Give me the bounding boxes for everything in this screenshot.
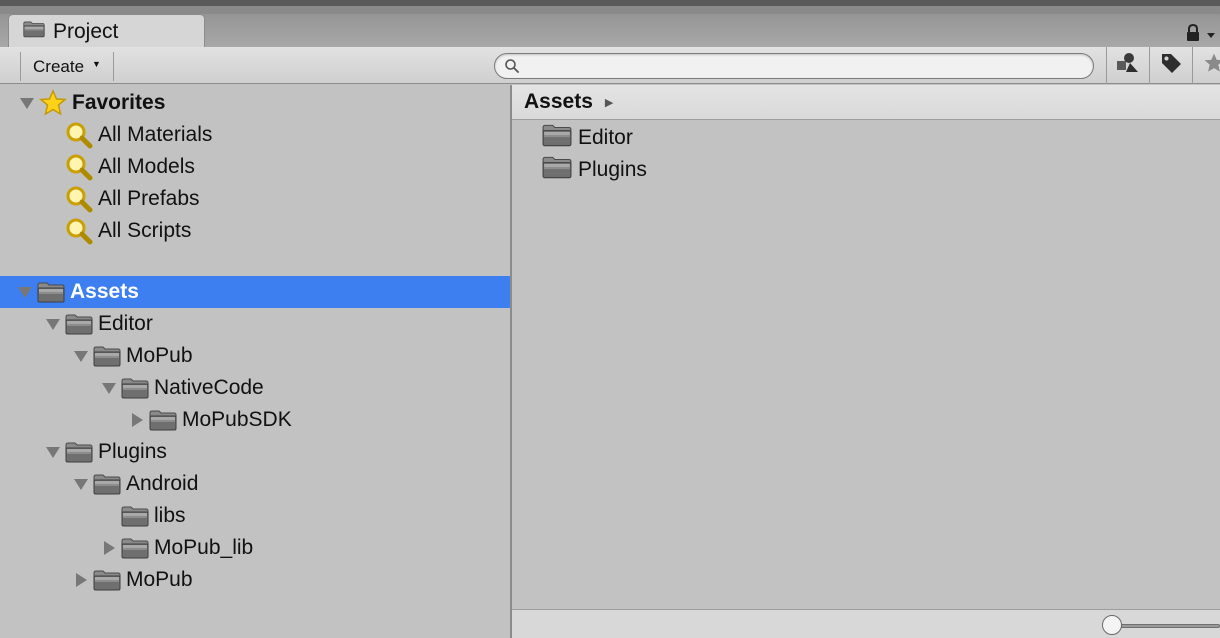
collapse-arrow-icon[interactable]	[70, 569, 92, 591]
tree-item-label: MoPub	[126, 344, 193, 367]
content-item-plugins[interactable]: Plugins	[542, 154, 647, 186]
filter-by-type-icon	[1116, 52, 1140, 79]
create-button-label: Create	[33, 56, 85, 76]
folder-tree: Favorites All Materials All Models All P…	[0, 85, 511, 638]
favorite-button[interactable]	[1192, 47, 1220, 84]
favorite-item-all-prefabs[interactable]: All Prefabs	[0, 183, 511, 215]
folder-icon	[92, 471, 122, 497]
content-item-label: Editor	[578, 126, 633, 149]
favorite-item-label: All Prefabs	[98, 187, 200, 210]
favorites-label: Favorites	[72, 91, 166, 114]
tab-project[interactable]: Project	[8, 14, 205, 48]
content-item-editor[interactable]: Editor	[542, 122, 633, 154]
tree-item-label: Editor	[98, 312, 153, 335]
search-icon	[504, 58, 520, 79]
tree-item-mopub[interactable]: MoPub	[0, 340, 511, 372]
breadcrumb-arrow-icon: ▶	[604, 96, 614, 109]
favorite-item-all-scripts[interactable]: All Scripts	[0, 215, 511, 247]
search-field[interactable]	[494, 53, 1094, 79]
favorite-item-all-materials[interactable]: All Materials	[0, 119, 511, 151]
folder-icon	[64, 439, 94, 465]
folder-contents: Assets ▶ Editor Plugins	[512, 85, 1220, 638]
tree-item-plugins[interactable]: Plugins	[0, 436, 511, 468]
icon-size-slider-knob[interactable]	[1102, 615, 1122, 635]
tree-item-label: Android	[126, 472, 199, 495]
breadcrumb: Assets ▶	[512, 85, 1220, 120]
tree-item-label: Assets	[70, 280, 139, 303]
filter-by-type-button[interactable]	[1106, 47, 1149, 84]
expand-arrow-icon[interactable]	[42, 441, 64, 463]
folder-icon	[120, 375, 150, 401]
favorite-item-all-models[interactable]: All Models	[0, 151, 511, 183]
tab-menu-icon[interactable]	[1206, 26, 1216, 44]
folder-icon	[64, 311, 94, 337]
folder-icon	[542, 123, 572, 153]
window-controls	[1180, 23, 1220, 47]
tree-item-android[interactable]: Android	[0, 468, 511, 500]
expand-arrow-icon[interactable]	[70, 345, 92, 367]
tree-item-mopubsdk[interactable]: MoPubSDK	[0, 404, 511, 436]
tree-item-label: Plugins	[98, 440, 167, 463]
tree-item-mopub-plugins[interactable]: MoPub	[0, 564, 511, 596]
expand-arrow-icon[interactable]	[14, 281, 36, 303]
lock-icon[interactable]	[1186, 23, 1200, 47]
folder-icon	[120, 503, 150, 529]
collapse-arrow-icon[interactable]	[98, 537, 120, 559]
favorite-item-label: All Models	[98, 155, 195, 178]
tree-item-label: MoPub_lib	[154, 536, 254, 559]
tree-item-assets[interactable]: Assets	[0, 276, 511, 308]
tree-item-libs[interactable]: libs	[0, 500, 511, 532]
folder-icon	[92, 343, 122, 369]
breadcrumb-item[interactable]: Assets	[524, 90, 593, 114]
collapse-arrow-icon[interactable]	[126, 409, 148, 431]
status-bar	[512, 609, 1220, 638]
folder-icon	[23, 20, 45, 44]
expand-arrow-icon[interactable]	[98, 377, 120, 399]
create-button[interactable]: Create ▼	[20, 52, 114, 81]
tree-item-nativecode[interactable]: NativeCode	[0, 372, 511, 404]
search-input[interactable]	[525, 56, 1085, 76]
folder-icon	[120, 535, 150, 561]
expand-arrow-icon[interactable]	[42, 313, 64, 335]
dropdown-caret-icon: ▼	[92, 58, 101, 69]
content-item-label: Plugins	[578, 158, 647, 181]
search-filter-icon	[64, 122, 94, 148]
favorites-header[interactable]: Favorites	[0, 87, 511, 119]
folder-icon	[36, 279, 66, 305]
folder-icon	[148, 407, 178, 433]
tree-item-label: MoPubSDK	[182, 408, 292, 431]
folder-icon	[92, 567, 122, 593]
expand-arrow-icon[interactable]	[70, 473, 92, 495]
folder-icon	[542, 155, 572, 185]
filter-by-label-icon	[1160, 52, 1182, 79]
star-icon	[38, 90, 68, 116]
tree-item-editor[interactable]: Editor	[0, 308, 511, 340]
search-filter-icon	[64, 154, 94, 180]
search-filter-icon	[64, 218, 94, 244]
tree-item-label: MoPub	[126, 568, 193, 591]
filter-by-label-button[interactable]	[1149, 47, 1192, 84]
favorite-item-label: All Materials	[98, 123, 213, 146]
tab-label: Project	[53, 19, 119, 43]
favorite-item-label: All Scripts	[98, 219, 192, 242]
toolbar: Create ▼	[0, 47, 1220, 84]
icon-size-slider-track[interactable]	[1112, 624, 1220, 628]
tree-item-label: libs	[154, 504, 186, 527]
tree-item-label: NativeCode	[154, 376, 264, 399]
search-filter-icon	[64, 186, 94, 212]
tree-item-mopub-lib[interactable]: MoPub_lib	[0, 532, 511, 564]
favorite-star-icon	[1203, 52, 1220, 79]
expand-arrow-icon[interactable]	[16, 92, 38, 114]
